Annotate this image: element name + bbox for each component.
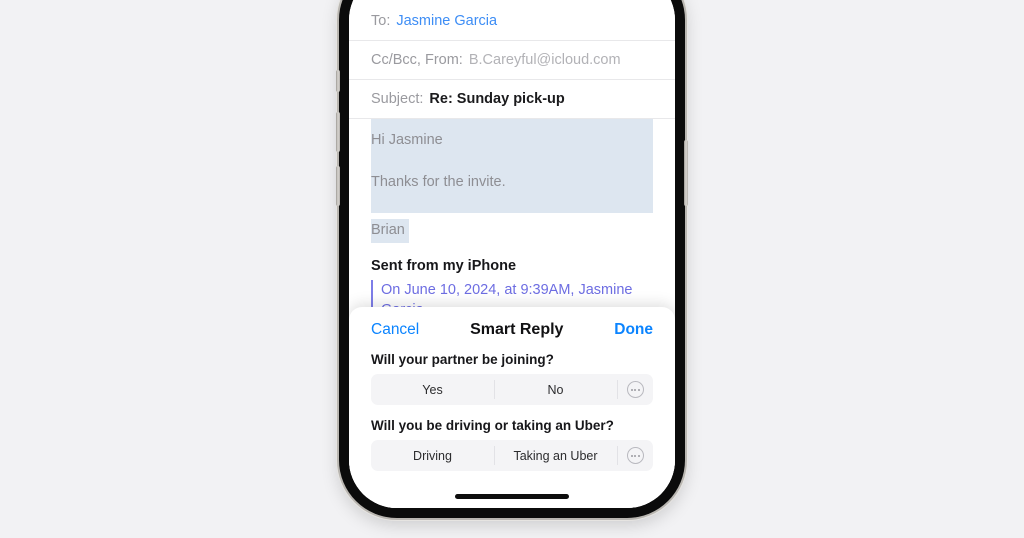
subject-field-value[interactable]: Re: Sunday pick-up (429, 91, 564, 107)
ellipsis-circle-icon (626, 447, 644, 464)
body-signoff-selected[interactable]: Brian (371, 218, 409, 243)
question-2-segmented-control[interactable]: Driving Taking an Uber (371, 440, 653, 471)
sheet-title: Smart Reply (470, 321, 564, 338)
ellipsis-circle-icon (626, 381, 644, 398)
iphone-screen: To: Jasmine Garcia Cc/Bcc, From: B.Carey… (349, 0, 675, 508)
body-line-selected[interactable]: Thanks for the invite. (371, 161, 653, 213)
cancel-button[interactable]: Cancel (371, 321, 419, 339)
question-1-option-yes[interactable]: Yes (371, 374, 494, 405)
compose-field-to[interactable]: To: Jasmine Garcia (349, 2, 675, 41)
question-2-more-button[interactable] (617, 440, 653, 471)
smart-reply-toolbar: Cancel Smart Reply Done (349, 307, 675, 339)
to-field-value[interactable]: Jasmine Garcia (396, 13, 497, 29)
done-button[interactable]: Done (614, 321, 653, 339)
question-1-segmented-control[interactable]: Yes No (371, 374, 653, 405)
ccbcc-from-field-value[interactable]: B.Careyful@icloud.com (469, 52, 621, 68)
home-indicator[interactable] (455, 494, 569, 499)
body-greeting-selected[interactable]: Hi Jasmine (371, 119, 653, 162)
volume-down-button[interactable] (336, 166, 340, 206)
smart-reply-sheet: Cancel Smart Reply Done Will your partne… (349, 307, 675, 508)
iphone-device-frame: To: Jasmine Garcia Cc/Bcc, From: B.Carey… (336, 0, 688, 518)
volume-up-button[interactable] (336, 112, 340, 152)
question-2-option-taking-an-uber[interactable]: Taking an Uber (494, 440, 617, 471)
compose-field-ccbcc-from[interactable]: Cc/Bcc, From: B.Careyful@icloud.com (349, 41, 675, 80)
question-2-option-driving[interactable]: Driving (371, 440, 494, 471)
question-1-prompt: Will your partner be joining? (371, 352, 554, 367)
silent-switch-button[interactable] (336, 70, 340, 92)
body-signature: Sent from my iPhone (371, 257, 517, 274)
question-2-prompt: Will you be driving or taking an Uber? (371, 418, 614, 433)
question-1-option-no[interactable]: No (494, 374, 617, 405)
compose-field-subject[interactable]: Subject: Re: Sunday pick-up (349, 80, 675, 119)
question-1-more-button[interactable] (617, 374, 653, 405)
subject-field-label: Subject: (371, 91, 424, 107)
to-field-label: To: (371, 13, 391, 29)
power-button[interactable] (684, 140, 688, 206)
ccbcc-from-field-label: Cc/Bcc, From: (371, 52, 463, 68)
